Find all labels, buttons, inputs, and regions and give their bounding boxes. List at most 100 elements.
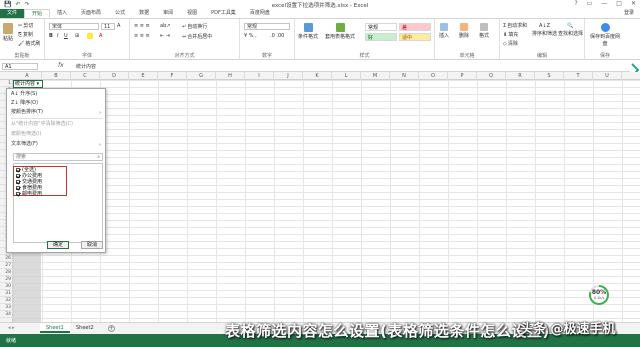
add-sheet-button[interactable]: + <box>108 325 115 332</box>
tab-pdf[interactable]: PDF工具集 <box>204 9 243 18</box>
bold-icon[interactable]: B <box>49 33 53 39</box>
cancel-button[interactable]: 取消 <box>81 241 103 249</box>
column-header[interactable]: K <box>303 72 332 80</box>
column-header[interactable]: I <box>245 72 274 80</box>
tab-formulas[interactable]: 公式 <box>108 9 132 18</box>
row-header[interactable]: 28 <box>0 269 13 276</box>
border-icon[interactable]: ⊞ <box>75 33 79 39</box>
column-header[interactable]: M <box>361 72 390 80</box>
align-top-icon[interactable]: ≡ ≡ ≡ <box>134 23 150 29</box>
tab-home[interactable]: 开始 <box>24 9 51 18</box>
sheet-nav-icon[interactable]: ◂ ▸ <box>8 325 15 331</box>
minimize-icon[interactable]: — <box>601 0 607 7</box>
column-header[interactable]: E <box>129 72 158 80</box>
column-header[interactable]: L <box>332 72 361 80</box>
style-normal[interactable]: 常规 <box>365 23 397 31</box>
column-header[interactable]: C <box>71 72 100 80</box>
find-select-button[interactable]: 🔍 查找和选择 <box>558 23 583 37</box>
row-header[interactable]: 34 <box>0 311 13 318</box>
row-header[interactable]: 32 <box>0 297 13 304</box>
filter-dropdown-icon[interactable]: ▾ <box>35 81 40 87</box>
font-grow-icon[interactable]: A <box>117 23 120 29</box>
font-size-select[interactable]: 11 <box>101 23 115 30</box>
sort-filter-button[interactable]: A↓Z 排序和筛选 <box>532 23 557 37</box>
currency-icon[interactable]: ¥ % , <box>244 33 257 39</box>
conditional-format-button[interactable]: 条件格式 <box>298 23 318 40</box>
login-link[interactable]: 登录 <box>624 9 640 18</box>
paste-button[interactable]: 粘贴 <box>3 23 13 42</box>
tab-file[interactable]: 文件 <box>0 9 25 18</box>
column-header[interactable]: N <box>390 72 419 80</box>
underline-icon[interactable]: U <box>64 33 68 39</box>
sort-by-color-item[interactable]: 按颜色排序(T) <box>11 109 43 116</box>
column-header[interactable]: H <box>216 72 245 80</box>
cell-grid[interactable] <box>13 80 640 322</box>
help-icon[interactable]: ? <box>574 0 577 7</box>
search-input[interactable]: 搜索 ⌕ <box>13 153 103 161</box>
decimal-icon[interactable]: .0 .00 <box>270 33 284 39</box>
indent-icon[interactable]: ⇤ ⇥ <box>160 33 170 39</box>
name-box[interactable]: A1 <box>2 63 38 70</box>
cell-a1[interactable]: 统计内容 ▾ <box>13 80 43 88</box>
style-neutral[interactable]: 适中 <box>399 33 431 41</box>
text-filter-item[interactable]: 文本筛选(F) <box>11 141 38 148</box>
column-header[interactable]: F <box>158 72 187 80</box>
style-good[interactable]: 好 <box>365 33 397 41</box>
insert-cells-button[interactable]: 插入 <box>439 23 449 39</box>
tab-baidu[interactable]: 百度网盘 <box>243 9 277 18</box>
number-format-select[interactable]: 常规 <box>244 23 290 30</box>
sort-ascending-item[interactable]: A↓ 升序(S) <box>11 91 37 98</box>
column-header[interactable]: T <box>564 72 593 80</box>
tab-page-layout[interactable]: 页面布局 <box>74 9 108 18</box>
font-color-icon[interactable]: A <box>99 33 102 39</box>
fill-color-icon[interactable] <box>87 33 93 39</box>
row-header[interactable]: 26 <box>0 255 13 262</box>
tab-insert[interactable]: 插入 <box>50 9 74 18</box>
column-header[interactable]: D <box>100 72 129 80</box>
checkbox-item[interactable]: 邮电费用 <box>16 191 42 197</box>
merge-center-button[interactable]: ⇔ 合并后居中 <box>182 33 212 41</box>
tab-view[interactable]: 视图 <box>180 9 204 18</box>
row-header[interactable]: 29 <box>0 276 13 283</box>
sheet-tab-sheet2[interactable]: Sheet2 <box>70 323 100 333</box>
wrap-text-button[interactable]: ↵ 自动换行 <box>182 23 207 31</box>
format-painter-button[interactable]: 🖌 格式刷 <box>18 40 40 48</box>
ok-button[interactable]: 确定 <box>47 241 69 249</box>
fill-button[interactable]: ⬇ 填充 <box>503 31 518 39</box>
column-header[interactable]: J <box>274 72 303 80</box>
ribbon-display-icon[interactable]: ▭ <box>587 0 593 7</box>
column-header[interactable]: P <box>448 72 477 80</box>
row-header[interactable]: 33 <box>0 304 13 311</box>
column-header[interactable]: S <box>535 72 564 80</box>
row-header[interactable]: 27 <box>0 262 13 269</box>
tab-data[interactable]: 数据 <box>132 9 156 18</box>
column-header[interactable]: B <box>42 72 71 80</box>
formula-input[interactable]: 统计内容 <box>76 63 96 70</box>
format-as-table-button[interactable]: 套用表格格式 <box>325 23 355 40</box>
column-header[interactable]: R <box>506 72 535 80</box>
row-header[interactable]: 30 <box>0 283 13 290</box>
align-left-icon[interactable]: ≡ ≡ ≡ <box>134 33 150 39</box>
sheet-tab-sheet1[interactable]: Sheet1 <box>40 323 70 333</box>
fx-icon[interactable]: fx <box>58 62 64 69</box>
close-icon[interactable]: ✕ <box>631 0 636 7</box>
delete-cells-button[interactable]: 删除 <box>459 23 469 39</box>
maximize-icon[interactable]: □ <box>616 0 622 7</box>
copy-button[interactable]: ⎘ 复制 <box>18 31 33 39</box>
autosum-button[interactable]: Σ 自动求和 <box>503 22 527 30</box>
italic-icon[interactable]: I <box>57 33 58 39</box>
font-name-select[interactable]: 宋体 <box>49 23 99 30</box>
column-header[interactable]: O <box>419 72 448 80</box>
column-header[interactable]: Q <box>477 72 506 80</box>
style-bad[interactable]: 差 <box>399 23 431 31</box>
tab-review[interactable]: 审阅 <box>156 9 180 18</box>
row-header[interactable]: 1 <box>0 80 13 87</box>
format-cells-button[interactable]: 格式 <box>479 23 489 39</box>
column-header[interactable]: A <box>13 72 42 80</box>
sort-descending-item[interactable]: Z↓ 降序(O) <box>11 100 38 107</box>
orientation-icon[interactable]: ab↗ <box>160 23 170 29</box>
cut-button[interactable]: ✂ 剪切 <box>18 22 33 30</box>
clear-button[interactable]: ◇ 清除 <box>503 40 518 48</box>
save-baidu-button[interactable]: 保存到百度网盘 <box>589 23 621 47</box>
worksheet[interactable]: ABCDEFGHIJKLMNOPQRSTU 123456789101112131… <box>0 72 640 322</box>
